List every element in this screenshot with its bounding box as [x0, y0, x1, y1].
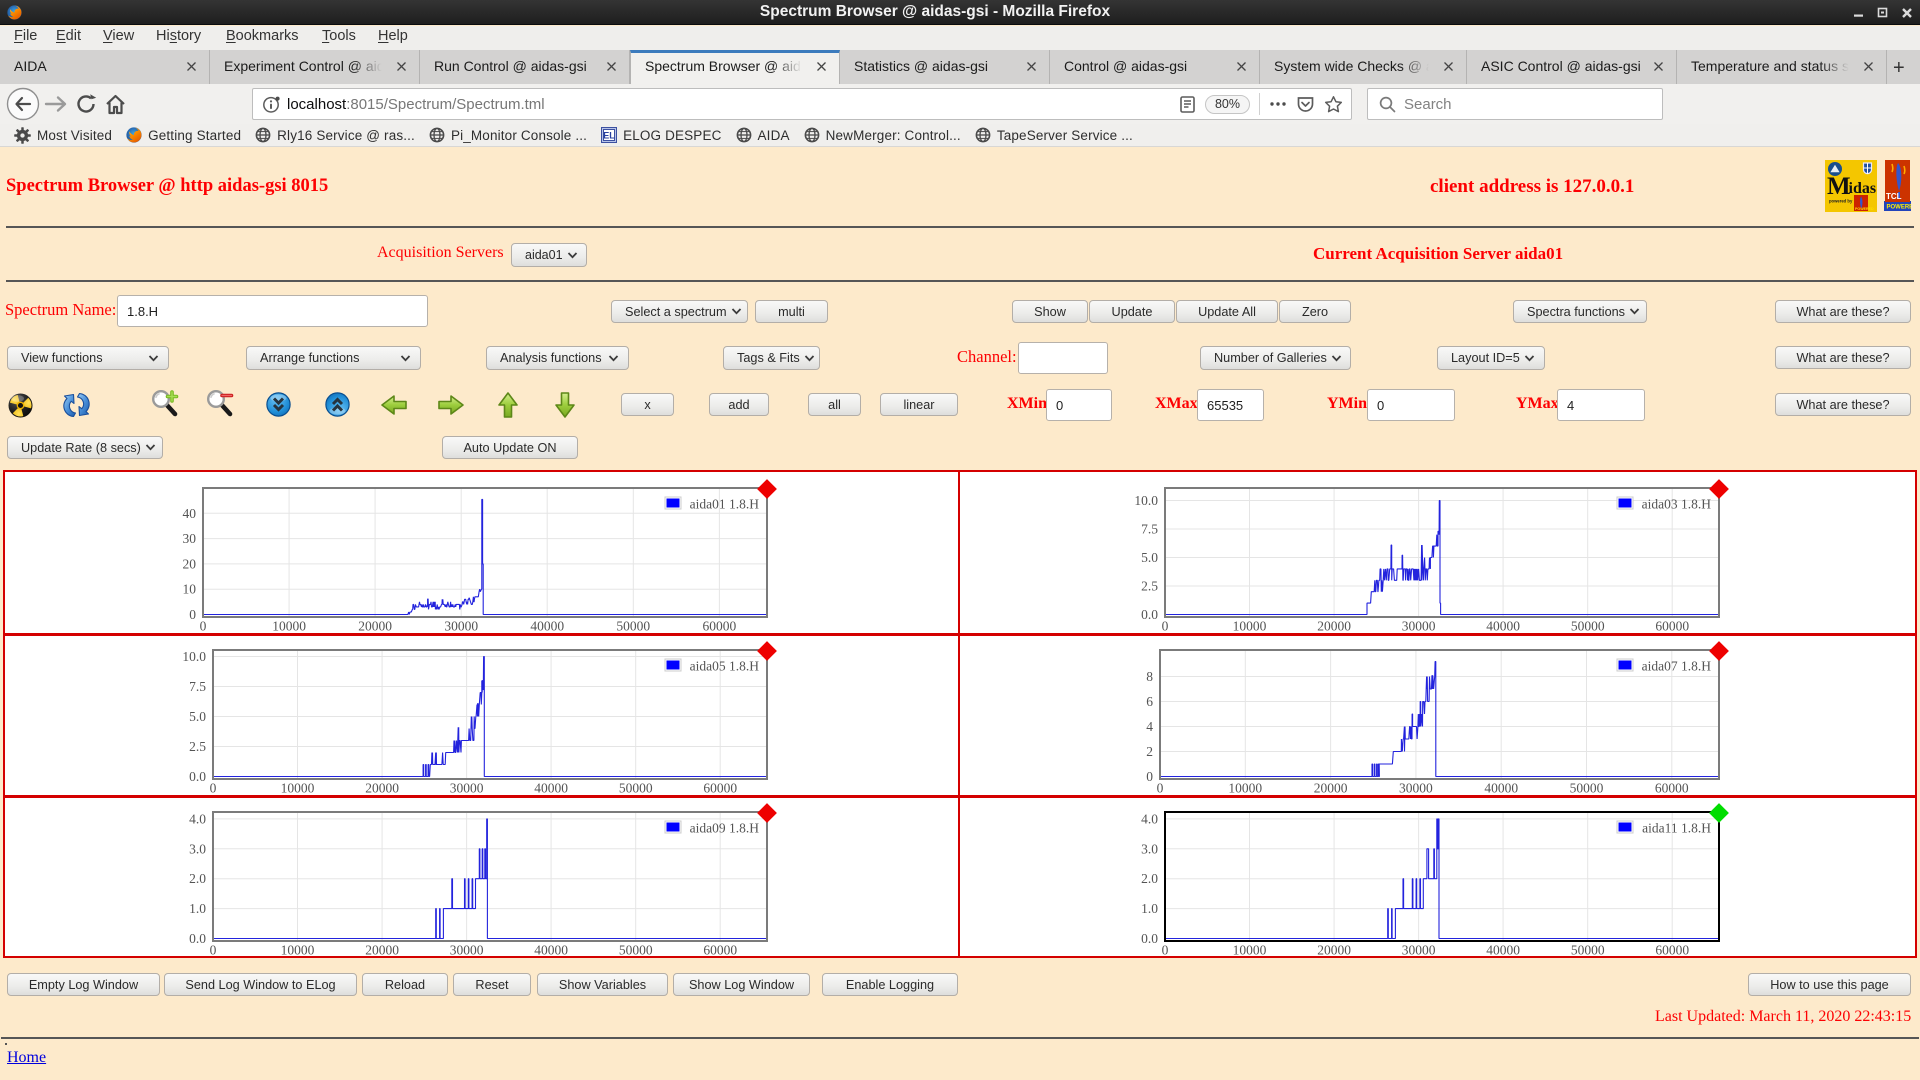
svg-text:20: 20 [183, 556, 197, 571]
svg-text:50000: 50000 [619, 943, 653, 958]
svg-text:60000: 60000 [1655, 943, 1689, 958]
svg-text:30000: 30000 [450, 781, 484, 796]
svg-text:20000: 20000 [365, 781, 399, 796]
svg-text:2: 2 [1146, 744, 1153, 759]
svg-text:40000: 40000 [534, 781, 568, 796]
svg-text:7.5: 7.5 [189, 679, 206, 694]
svg-text:aida07 1.8.H: aida07 1.8.H [1642, 659, 1712, 674]
svg-text:60000: 60000 [1655, 619, 1689, 634]
svg-text:60000: 60000 [703, 943, 737, 958]
svg-text:4.0: 4.0 [189, 811, 206, 826]
svg-text:50000: 50000 [1571, 943, 1605, 958]
svg-text:20000: 20000 [365, 943, 399, 958]
svg-text:30000: 30000 [1399, 781, 1433, 796]
svg-text:10000: 10000 [281, 781, 315, 796]
svg-text:10000: 10000 [281, 943, 315, 958]
svg-text:M: M [1827, 173, 1851, 200]
svg-text:0: 0 [1146, 769, 1153, 784]
svg-text:60000: 60000 [703, 619, 737, 634]
svg-text:40000: 40000 [530, 619, 564, 634]
svg-text:30: 30 [183, 531, 197, 546]
svg-text:0: 0 [210, 943, 217, 958]
svg-text:2.5: 2.5 [189, 739, 206, 754]
svg-text:0: 0 [200, 619, 207, 634]
svg-text:0: 0 [1157, 781, 1164, 796]
svg-text:10000: 10000 [272, 619, 306, 634]
svg-text:3.0: 3.0 [1141, 841, 1158, 856]
svg-text:20000: 20000 [358, 619, 392, 634]
svg-text:0.0: 0.0 [1141, 931, 1158, 946]
svg-text:0.0: 0.0 [1141, 607, 1158, 622]
svg-text:30000: 30000 [444, 619, 478, 634]
svg-text:2.0: 2.0 [1141, 871, 1158, 886]
svg-text:20000: 20000 [1317, 943, 1351, 958]
svg-text:3.0: 3.0 [189, 841, 206, 856]
svg-text:aida11 1.8.H: aida11 1.8.H [1642, 821, 1711, 836]
svg-text:aida03 1.8.H: aida03 1.8.H [1642, 497, 1712, 512]
svg-text:50000: 50000 [1571, 619, 1605, 634]
svg-text:POWERED: POWERED [1855, 207, 1874, 211]
svg-text:40000: 40000 [1484, 781, 1518, 796]
svg-text:4: 4 [1146, 719, 1153, 734]
svg-text:20000: 20000 [1317, 619, 1351, 634]
svg-text:2.0: 2.0 [189, 871, 206, 886]
svg-text:0: 0 [1162, 619, 1169, 634]
svg-text:60000: 60000 [1655, 781, 1689, 796]
svg-text:10000: 10000 [1233, 619, 1267, 634]
svg-text:idas: idas [1849, 180, 1877, 197]
svg-text:0: 0 [189, 607, 196, 622]
svg-text:1.0: 1.0 [189, 901, 206, 916]
svg-text:2.5: 2.5 [1141, 579, 1158, 594]
svg-text:50000: 50000 [619, 781, 653, 796]
svg-text:40000: 40000 [1486, 943, 1520, 958]
svg-text:aida05 1.8.H: aida05 1.8.H [690, 659, 760, 674]
svg-text:30000: 30000 [450, 943, 484, 958]
svg-text:40: 40 [183, 506, 197, 521]
svg-text:60000: 60000 [703, 781, 737, 796]
svg-text:aida09 1.8.H: aida09 1.8.H [690, 821, 760, 836]
svg-text:aida01 1.8.H: aida01 1.8.H [690, 497, 760, 512]
svg-text:0.0: 0.0 [189, 931, 206, 946]
svg-text:10000: 10000 [1228, 781, 1262, 796]
svg-text:10000: 10000 [1233, 943, 1267, 958]
svg-text:8: 8 [1146, 669, 1153, 684]
svg-text:5.0: 5.0 [1141, 550, 1158, 565]
svg-text:POWERED: POWERED [1887, 205, 1912, 211]
svg-text:powered by: powered by [1829, 199, 1853, 204]
svg-text:30000: 30000 [1402, 943, 1436, 958]
svg-text:1.0: 1.0 [1141, 901, 1158, 916]
svg-text:5.0: 5.0 [189, 709, 206, 724]
svg-text:10.0: 10.0 [1134, 493, 1158, 508]
svg-text:30000: 30000 [1402, 619, 1436, 634]
svg-text:0: 0 [210, 781, 217, 796]
svg-text:50000: 50000 [616, 619, 650, 634]
svg-text:40000: 40000 [1486, 619, 1520, 634]
svg-text:40000: 40000 [534, 943, 568, 958]
svg-text:4.0: 4.0 [1141, 811, 1158, 826]
svg-text:0: 0 [1162, 943, 1169, 958]
svg-text:20000: 20000 [1314, 781, 1348, 796]
svg-text:10.0: 10.0 [182, 649, 206, 664]
svg-text:50000: 50000 [1570, 781, 1604, 796]
svg-text:0.0: 0.0 [189, 769, 206, 784]
svg-text:TCL: TCL [1886, 192, 1902, 201]
svg-text:10: 10 [183, 582, 197, 597]
svg-text:6: 6 [1146, 694, 1153, 709]
svg-text:7.5: 7.5 [1141, 522, 1158, 537]
svg-text:EL: EL [603, 131, 615, 141]
